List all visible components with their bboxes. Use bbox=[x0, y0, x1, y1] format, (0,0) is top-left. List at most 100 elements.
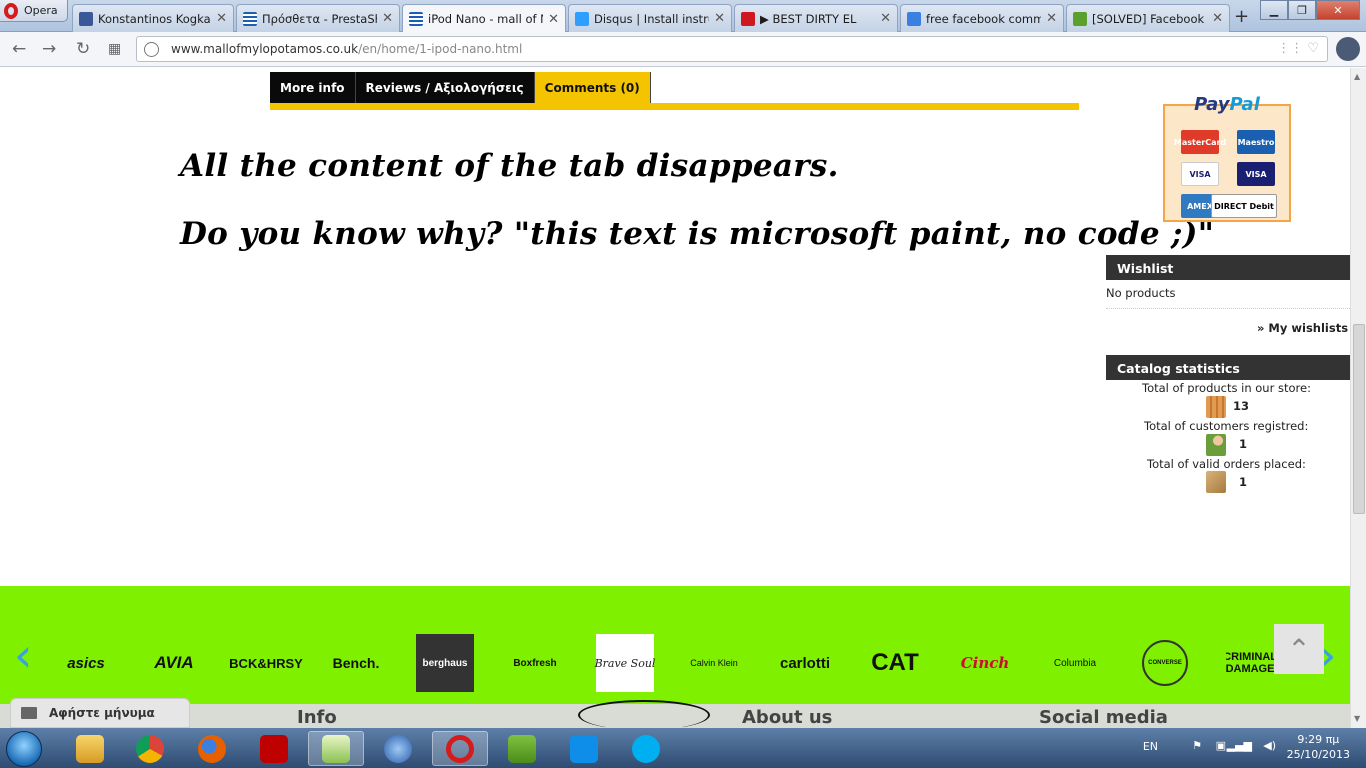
brand-logo[interactable]: Calvin Klein bbox=[684, 634, 744, 692]
close-tab-icon[interactable]: ✕ bbox=[1046, 11, 1057, 26]
close-tab-icon[interactable]: ✕ bbox=[548, 12, 559, 27]
my-wishlists-link[interactable]: » My wishlists bbox=[1257, 321, 1348, 335]
customers-label: Total of customers registred: bbox=[1144, 419, 1309, 433]
clock-date: 25/10/2013 bbox=[1286, 748, 1350, 761]
paypal-logo-box: PayPal MasterCard Maestro VISA VISA AMEX… bbox=[1163, 94, 1291, 222]
tab-more-info[interactable]: More info bbox=[270, 72, 356, 103]
browser-tab[interactable]: Πρόσθετα - PrestaSh ✕ bbox=[236, 4, 400, 32]
notepad-plus-icon bbox=[322, 734, 350, 763]
envelope-icon bbox=[21, 707, 37, 719]
clock-time: 9:29 πμ bbox=[1297, 733, 1340, 746]
browser-tab[interactable]: [SOLVED] Facebook c ✕ bbox=[1066, 4, 1230, 32]
scroll-up-arrow-icon[interactable]: ▲ bbox=[1354, 72, 1360, 81]
wishlist-heading: Wishlist bbox=[1106, 255, 1350, 280]
catalog-stats-heading: Catalog statistics bbox=[1106, 355, 1350, 380]
browser-tab[interactable]: Disqus | Install instruc ✕ bbox=[568, 4, 732, 32]
taskbar-skype[interactable] bbox=[618, 731, 674, 766]
thunderbird-icon bbox=[384, 734, 412, 763]
brand-logo[interactable]: CAT bbox=[866, 634, 924, 692]
taskbar-store-bag[interactable] bbox=[494, 731, 550, 766]
brand-logo[interactable]: Brave Soul bbox=[595, 634, 655, 692]
scroll-down-arrow-icon[interactable]: ▼ bbox=[1354, 714, 1360, 723]
address-bar[interactable]: www.mallofmylopotamos.co.uk/en/home/1-ip… bbox=[136, 36, 1328, 62]
minimize-button[interactable]: ▁ bbox=[1260, 0, 1288, 20]
taskbar-firefox[interactable] bbox=[184, 731, 240, 766]
speed-dial-grid-icon[interactable]: ▦ bbox=[108, 41, 121, 57]
brand-logo[interactable]: AVIA bbox=[144, 634, 204, 692]
carousel-prev-arrow-icon[interactable]: ‹ bbox=[14, 628, 32, 682]
greek-flag-favicon-icon bbox=[409, 12, 423, 26]
taskbar-filezilla[interactable] bbox=[246, 731, 302, 766]
brand-logo[interactable]: Cinch bbox=[956, 634, 1014, 692]
close-tab-icon[interactable]: ✕ bbox=[216, 11, 227, 26]
orders-icon bbox=[1206, 471, 1226, 493]
windows-taskbar: EN ⚑ ▣ ▂▄▆ ◀) 9:29 πμ 25/10/2013 bbox=[0, 728, 1366, 768]
folder-icon bbox=[76, 734, 104, 763]
new-tab-button[interactable]: + bbox=[1234, 6, 1249, 27]
browser-tab[interactable]: Konstantinos Kogkalid ✕ bbox=[72, 4, 234, 32]
browser-tab-title: Konstantinos Kogkalid bbox=[98, 11, 211, 26]
taskbar-clock[interactable]: 9:29 πμ 25/10/2013 bbox=[1287, 732, 1350, 762]
opera-menu-button[interactable]: Opera bbox=[0, 0, 68, 22]
opera-icon bbox=[446, 734, 474, 763]
brand-logo[interactable]: Bench. bbox=[326, 634, 386, 692]
taskbar-explorer[interactable] bbox=[62, 731, 118, 766]
browser-tab-active[interactable]: iPod Nano - mall of M ✕ bbox=[402, 4, 566, 33]
divider bbox=[1106, 308, 1350, 309]
close-tab-icon[interactable]: ✕ bbox=[1212, 11, 1223, 26]
volume-icon[interactable]: ◀) bbox=[1263, 739, 1276, 752]
brand-logo[interactable]: Columbia bbox=[1044, 634, 1106, 692]
google-favicon-icon bbox=[907, 11, 921, 26]
flag-icon[interactable]: ⚑ bbox=[1192, 739, 1202, 752]
taskbar-chrome[interactable] bbox=[122, 731, 178, 766]
brand-logo[interactable]: BCK&HRSY bbox=[229, 634, 303, 692]
window-controls: ▁ ❐ ✕ bbox=[1260, 0, 1360, 20]
close-window-button[interactable]: ✕ bbox=[1316, 0, 1360, 20]
network-signal-icon[interactable]: ▂▄▆ bbox=[1227, 739, 1252, 752]
visa-icon: VISA bbox=[1181, 162, 1219, 186]
back-arrow-icon[interactable]: ← bbox=[12, 39, 26, 59]
mastercard-icon: MasterCard bbox=[1174, 130, 1226, 154]
close-tab-icon[interactable]: ✕ bbox=[714, 11, 725, 26]
security-icon[interactable]: ▣ bbox=[1216, 739, 1226, 752]
store-icon bbox=[1206, 396, 1226, 418]
brand-logo[interactable]: berghaus bbox=[416, 634, 474, 692]
bookmark-heart-icon[interactable]: ⋮⋮ ♡ bbox=[1277, 41, 1319, 56]
brand-logo[interactable]: asics bbox=[56, 634, 116, 692]
taskbar-notepad-plus[interactable] bbox=[308, 731, 364, 766]
url-text[interactable]: www.mallofmylopotamos.co.uk/en/home/1-ip… bbox=[171, 42, 522, 56]
products-value: 13 bbox=[1233, 399, 1250, 413]
close-tab-icon[interactable]: ✕ bbox=[382, 11, 393, 26]
brand-logo[interactable]: Boxfresh bbox=[506, 634, 564, 692]
brand-logo[interactable]: carlotti bbox=[774, 634, 836, 692]
reload-icon[interactable]: ↻ bbox=[76, 39, 90, 59]
forward-arrow-icon[interactable]: → bbox=[42, 39, 56, 59]
page-scrollbar[interactable]: ▲ ▼ bbox=[1350, 68, 1366, 728]
language-indicator[interactable]: EN bbox=[1143, 740, 1158, 753]
brand-logo[interactable]: CRIMINAL DAMAGE bbox=[1226, 634, 1274, 692]
close-tab-icon[interactable]: ✕ bbox=[880, 11, 891, 26]
maestro-icon: Maestro bbox=[1237, 130, 1275, 154]
direct-debit-icon: DIRECT Debit bbox=[1211, 194, 1277, 218]
brand-logo[interactable]: CONVERSE bbox=[1142, 640, 1188, 686]
leave-message-widget[interactable]: Αφήστε μήνυμα bbox=[10, 698, 190, 728]
browser-tab[interactable]: free facebook comm ✕ bbox=[900, 4, 1064, 32]
taskbar-thunderbird[interactable] bbox=[370, 731, 426, 766]
start-button[interactable] bbox=[6, 731, 42, 767]
youtube-favicon-icon bbox=[741, 11, 755, 26]
taskbar-teamviewer[interactable] bbox=[556, 731, 612, 766]
scroll-to-top-button[interactable]: ⌃ bbox=[1274, 624, 1324, 674]
opera-sidebar-icon[interactable] bbox=[1336, 37, 1360, 61]
taskbar-opera[interactable] bbox=[432, 731, 488, 766]
tab-underline bbox=[270, 103, 1079, 110]
footer-info-heading: Info bbox=[297, 707, 337, 728]
footer-social-heading: Social media bbox=[1039, 707, 1168, 728]
browser-tab[interactable]: ▶ BEST DIRTY EL ✕ bbox=[734, 4, 898, 32]
maximize-button[interactable]: ❐ bbox=[1288, 0, 1316, 20]
tab-comments[interactable]: Comments (0) bbox=[534, 72, 651, 103]
scrollbar-thumb[interactable] bbox=[1353, 324, 1365, 514]
skype-icon bbox=[632, 734, 660, 763]
greek-flag-favicon-icon bbox=[243, 11, 257, 26]
tab-reviews[interactable]: Reviews / Αξιολογήσεις bbox=[355, 72, 535, 103]
visa-electron-icon: VISA bbox=[1237, 162, 1275, 186]
